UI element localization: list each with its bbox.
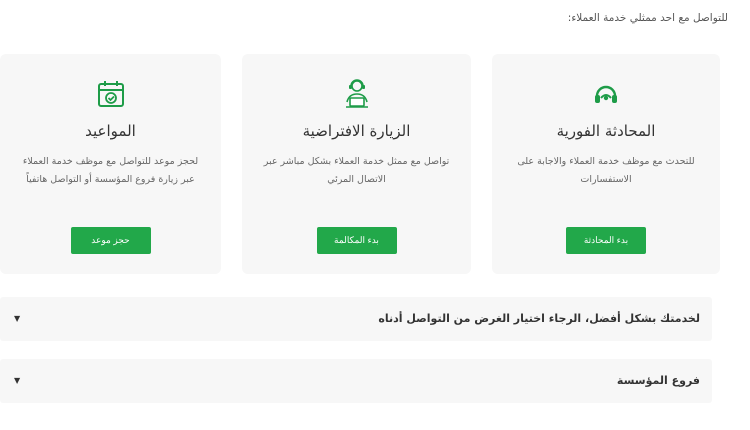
accordion-branches[interactable]: فروع المؤسسة ▼ (0, 359, 712, 403)
card-title: المواعيد (85, 122, 136, 140)
card-title: الزيارة الافتراضية (302, 122, 411, 140)
accordion-label: فروع المؤسسة (616, 374, 700, 387)
contact-options: المحادثة الفورية للتحدث مع موظف خدمة الع… (0, 54, 750, 276)
chevron-down-icon[interactable]: ▼ (14, 297, 20, 341)
card-description: للتحدث مع موظف خدمة العملاء والاجابة على… (517, 156, 695, 185)
start-call-button[interactable]: بدء المكالمة (316, 227, 397, 254)
book-appointment-button[interactable]: حجز موعد (70, 227, 151, 254)
card-appointments: المواعيد لحجز موعد للتواصل مع موظف خدمة … (0, 54, 221, 274)
accordion-label: لخدمتك بشكل أفضل، الرجاء اختيار الغرض من… (378, 312, 700, 325)
card-virtual-visit: الزيارة الافتراضية تواصل مع ممثل خدمة ال… (242, 54, 471, 274)
headset-icon (588, 76, 624, 112)
card-description: تواصل مع ممثل خدمة العملاء بشكل مباشر عب… (263, 156, 450, 185)
start-chat-button[interactable]: بدء المحادثة (566, 227, 646, 254)
page: للتواصل مع احد ممثلي خدمة العملاء: المحا… (0, 0, 750, 430)
accordion-contact-purpose[interactable]: لخدمتك بشكل أفضل، الرجاء اختيار الغرض من… (0, 297, 712, 341)
chevron-down-icon[interactable]: ▼ (14, 359, 20, 403)
intro-text: للتواصل مع احد ممثلي خدمة العملاء: (567, 12, 728, 24)
card-description: لحجز موعد للتواصل مع موظف خدمة العملاء ع… (22, 156, 199, 185)
agent-icon (339, 76, 375, 112)
calendar-icon (93, 76, 129, 112)
card-live-chat: المحادثة الفورية للتحدث مع موظف خدمة الع… (492, 54, 720, 274)
card-title: المحادثة الفورية (556, 122, 656, 140)
